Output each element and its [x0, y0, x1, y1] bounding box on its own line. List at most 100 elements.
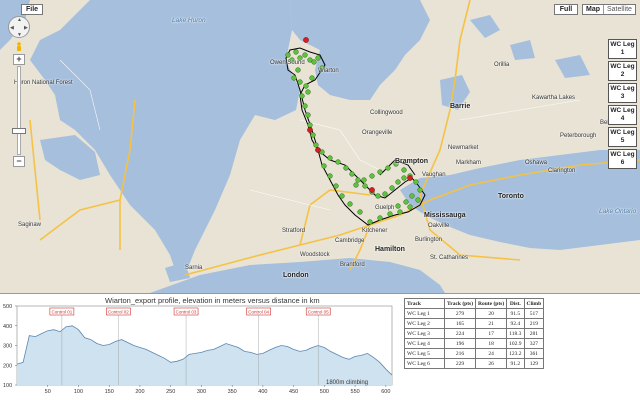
- pan-control[interactable]: ▲ ▼ ◀ ▶: [8, 16, 30, 38]
- route-marker-icon[interactable]: [403, 199, 409, 205]
- route-marker-icon[interactable]: [343, 165, 349, 171]
- map-type-toggle[interactable]: Map Satellite: [582, 4, 636, 15]
- leg-button-5[interactable]: WC Leg 5: [608, 127, 637, 147]
- route-marker-icon[interactable]: [339, 193, 345, 199]
- leg-button-3[interactable]: WC Leg 3: [608, 83, 637, 103]
- route-marker-icon[interactable]: [357, 209, 363, 215]
- map-label-hamilton: Hamilton: [375, 246, 405, 253]
- control-marker-icon[interactable]: [307, 127, 313, 133]
- route-marker-icon[interactable]: [377, 169, 383, 175]
- route-marker-icon[interactable]: [362, 183, 368, 189]
- route-marker-icon[interactable]: [311, 59, 317, 65]
- map-type-map[interactable]: Map: [583, 5, 604, 14]
- leg-button-6[interactable]: WC Leg 6: [608, 149, 637, 169]
- map-label-brantford: Brantford: [340, 262, 365, 268]
- map-label-oshawa: Oshawa: [525, 160, 548, 166]
- file-button[interactable]: File: [21, 4, 43, 15]
- control-marker-icon[interactable]: [315, 147, 321, 153]
- route-marker-icon[interactable]: [285, 52, 291, 58]
- zoom-out-button[interactable]: −: [13, 156, 25, 167]
- table-cell: 196: [443, 338, 477, 349]
- table-cell: 91.5: [506, 308, 525, 319]
- route-marker-icon[interactable]: [395, 203, 401, 209]
- control-marker-icon[interactable]: [303, 37, 309, 43]
- route-marker-icon[interactable]: [303, 83, 309, 89]
- route-marker-icon[interactable]: [297, 79, 303, 85]
- route-marker-icon[interactable]: [413, 179, 419, 185]
- x-tick-label: 50: [45, 389, 51, 395]
- route-marker-icon[interactable]: [397, 209, 403, 215]
- route-marker-icon[interactable]: [409, 193, 415, 199]
- route-marker-icon[interactable]: [395, 179, 401, 185]
- route-marker-icon[interactable]: [299, 93, 305, 99]
- route-marker-icon[interactable]: [385, 165, 391, 171]
- route-marker-icon[interactable]: [353, 182, 359, 188]
- pan-right-icon[interactable]: ▶: [24, 25, 28, 31]
- route-marker-icon[interactable]: [347, 201, 353, 207]
- pan-left-icon[interactable]: ◀: [10, 25, 14, 31]
- table-cell: WC Leg 3: [404, 328, 445, 339]
- stats-header-row: Track Track (pts) Route (pts) Dist. Clim…: [404, 298, 545, 309]
- control-tag-label: Control 04: [248, 309, 269, 314]
- route-marker-icon[interactable]: [349, 171, 355, 177]
- route-marker-icon[interactable]: [293, 49, 299, 55]
- route-marker-icon[interactable]: [387, 211, 393, 217]
- route-marker-icon[interactable]: [307, 122, 313, 128]
- table-cell: 26: [475, 358, 508, 369]
- route-marker-icon[interactable]: [305, 112, 311, 118]
- map-label-vaughan: Vaughan: [422, 172, 446, 178]
- table-cell: 123.2: [506, 348, 525, 359]
- table-cell: 279: [443, 308, 477, 319]
- route-marker-icon[interactable]: [369, 173, 375, 179]
- route-marker-icon[interactable]: [401, 175, 407, 181]
- route-marker-icon[interactable]: [361, 177, 367, 183]
- map-type-satellite[interactable]: Satellite: [604, 5, 635, 14]
- route-marker-icon[interactable]: [335, 159, 341, 165]
- zoom-slider-track[interactable]: [17, 66, 21, 155]
- route-marker-icon[interactable]: [310, 132, 316, 138]
- map-view[interactable]: Lake Huron Lake Ontario Huron National F…: [0, 0, 640, 293]
- route-marker-icon[interactable]: [309, 75, 315, 81]
- route-marker-icon[interactable]: [355, 177, 361, 183]
- y-tick-label: 400: [3, 324, 12, 330]
- route-marker-icon[interactable]: [389, 185, 395, 191]
- route-marker-icon[interactable]: [377, 215, 383, 221]
- control-tag-label: Control 02: [108, 309, 129, 314]
- pan-down-icon[interactable]: ▼: [17, 32, 22, 38]
- pan-up-icon[interactable]: ▲: [17, 17, 22, 23]
- route-marker-icon[interactable]: [321, 163, 327, 169]
- control-marker-icon[interactable]: [369, 187, 375, 193]
- x-tick-label: 500: [320, 389, 329, 395]
- route-marker-icon[interactable]: [415, 197, 421, 203]
- route-marker-icon[interactable]: [327, 155, 333, 161]
- route-marker-icon[interactable]: [333, 183, 339, 189]
- map-label-barrie: Barrie: [450, 103, 471, 110]
- route-marker-icon[interactable]: [302, 52, 308, 58]
- route-marker-icon[interactable]: [295, 67, 301, 73]
- route-marker-icon[interactable]: [315, 55, 321, 61]
- bottom-panel: Wiarton_export profile, elevation in met…: [0, 293, 640, 400]
- route-marker-icon[interactable]: [327, 173, 333, 179]
- route-marker-icon[interactable]: [305, 89, 311, 95]
- control-marker-icon[interactable]: [407, 175, 413, 181]
- x-tick-label: 250: [166, 389, 175, 395]
- route-marker-icon[interactable]: [291, 75, 297, 81]
- route-marker-icon[interactable]: [417, 187, 423, 193]
- table-cell: WC Leg 6: [404, 358, 445, 369]
- route-marker-icon[interactable]: [367, 219, 373, 225]
- full-button[interactable]: Full: [554, 4, 578, 15]
- route-marker-icon[interactable]: [313, 142, 319, 148]
- route-marker-icon[interactable]: [401, 167, 407, 173]
- leg-button-1[interactable]: WC Leg 1: [608, 39, 637, 59]
- zoom-in-button[interactable]: +: [13, 54, 25, 65]
- leg-button-4[interactable]: WC Leg 4: [608, 105, 637, 125]
- zoom-slider-thumb[interactable]: [12, 128, 26, 134]
- route-marker-icon[interactable]: [302, 103, 308, 109]
- map-label-newmarket: Newmarket: [448, 145, 479, 151]
- map-label-cambridge: Cambridge: [335, 238, 365, 244]
- pegman-icon[interactable]: [14, 42, 24, 52]
- leg-button-2[interactable]: WC Leg 2: [608, 61, 637, 81]
- route-marker-icon[interactable]: [375, 193, 381, 199]
- route-marker-icon[interactable]: [382, 191, 388, 197]
- route-marker-icon[interactable]: [407, 204, 413, 210]
